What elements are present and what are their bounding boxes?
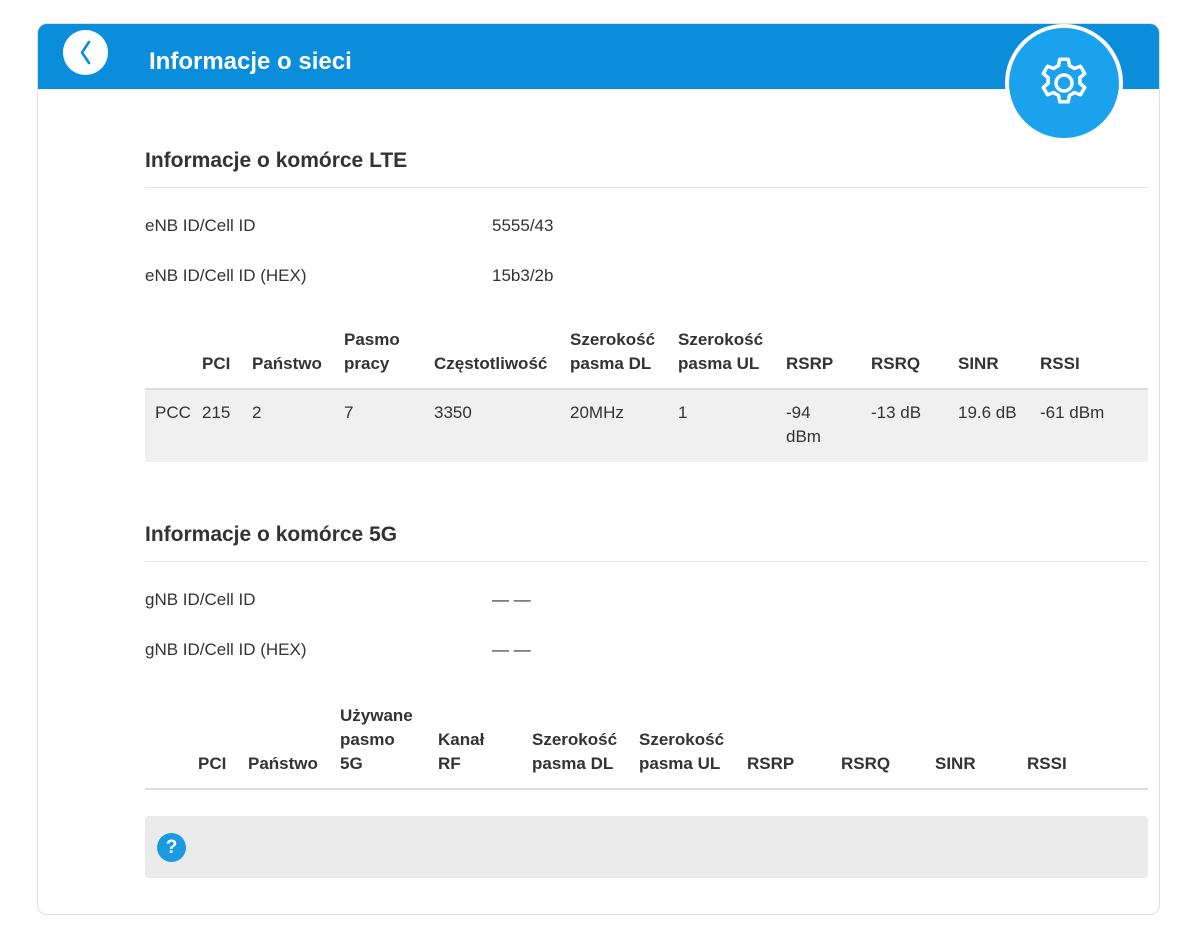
nr-col-rf-channel: Kanał RF — [438, 704, 532, 790]
nr-col-sinr: SINR — [935, 704, 1027, 790]
lte-cell-sinr: 19.6 dB — [958, 389, 1040, 462]
help-icon[interactable]: ? — [157, 833, 186, 862]
lte-cell-rsrq: -13 dB — [871, 389, 958, 462]
nr-col-bandwidth-ul: Szerokość pasma UL — [639, 704, 747, 790]
back-button[interactable] — [63, 30, 108, 75]
enb-cell-id-hex-label: eNB ID/Cell ID (HEX) — [145, 266, 307, 285]
lte-cell-type: PCC — [145, 389, 202, 462]
enb-cell-id-value: 5555/43 — [492, 216, 554, 235]
lte-cell-table: PCI Państwo Pasmo pracy Częstotliwość Sz… — [145, 328, 1148, 462]
gnb-cell-id-label: gNB ID/Cell ID — [145, 590, 256, 609]
lte-cell-country: 2 — [252, 389, 344, 462]
lte-cell-bandwidth-ul: 1 — [678, 389, 786, 462]
lte-cell-rsrp: -94 dBm — [786, 389, 871, 462]
nr-table-header: PCI Państwo Używane pasmo 5G Kanał RF Sz… — [145, 704, 1148, 790]
nr-col-rsrq: RSRQ — [841, 704, 935, 790]
lte-cell-frequency: 3350 — [434, 389, 570, 462]
lte-col-type — [145, 328, 202, 390]
page-header: Informacje o sieci — [38, 24, 1159, 89]
nr-divider — [145, 561, 1148, 562]
lte-table-header: PCI Państwo Pasmo pracy Częstotliwość Sz… — [145, 328, 1148, 390]
gnb-cell-id-hex-label: gNB ID/Cell ID (HEX) — [145, 640, 307, 659]
lte-divider — [145, 187, 1148, 188]
nr-cell-table: PCI Państwo Używane pasmo 5G Kanał RF Sz… — [145, 704, 1148, 790]
lte-cell-band: 7 — [344, 389, 434, 462]
nr-col-rsrp: RSRP — [747, 704, 841, 790]
nr-col-bandwidth-dl: Szerokość pasma DL — [532, 704, 639, 790]
nr-col-country: Państwo — [248, 704, 340, 790]
enb-cell-id-hex-value: 15b3/2b — [492, 266, 554, 285]
lte-cell-bandwidth-dl: 20MHz — [570, 389, 678, 462]
nr-col-pci: PCI — [198, 704, 248, 790]
help-panel: ? — [145, 816, 1148, 878]
nr-col-type — [145, 704, 198, 790]
lte-col-band: Pasmo pracy — [344, 328, 434, 390]
lte-col-country: Państwo — [252, 328, 344, 390]
gnb-cell-id-hex-value: — — — [492, 640, 531, 659]
lte-col-pci: PCI — [202, 328, 252, 390]
lte-cell-rssi: -61 dBm — [1040, 389, 1148, 462]
page-title: Informacje o sieci — [149, 48, 352, 75]
nr-section-title: Informacje o komórce 5G — [145, 523, 398, 546]
lte-col-bandwidth-ul: Szerokość pasma UL — [678, 328, 786, 390]
lte-col-sinr: SINR — [958, 328, 1040, 390]
network-info-card: Informacje o sieci Informacje o komórce … — [37, 23, 1160, 915]
lte-section-title: Informacje o komórce LTE — [145, 149, 408, 172]
lte-col-rsrq: RSRQ — [871, 328, 958, 390]
chevron-left-icon — [80, 40, 91, 65]
gear-icon — [1041, 57, 1087, 104]
lte-col-frequency: Częstotliwość — [434, 328, 570, 390]
lte-col-rssi: RSSI — [1040, 328, 1148, 390]
nr-col-rssi: RSSI — [1027, 704, 1148, 790]
lte-cell-pci: 215 — [202, 389, 252, 462]
lte-col-bandwidth-dl: Szerokość pasma DL — [570, 328, 678, 390]
table-row: PCC 215 2 7 3350 20MHz 1 -94 dBm -13 dB … — [145, 389, 1148, 462]
lte-col-rsrp: RSRP — [786, 328, 871, 390]
nr-col-band: Używane pasmo 5G — [340, 704, 438, 790]
enb-cell-id-label: eNB ID/Cell ID — [145, 216, 256, 235]
gnb-cell-id-value: — — — [492, 590, 531, 609]
settings-button[interactable] — [1005, 24, 1123, 142]
